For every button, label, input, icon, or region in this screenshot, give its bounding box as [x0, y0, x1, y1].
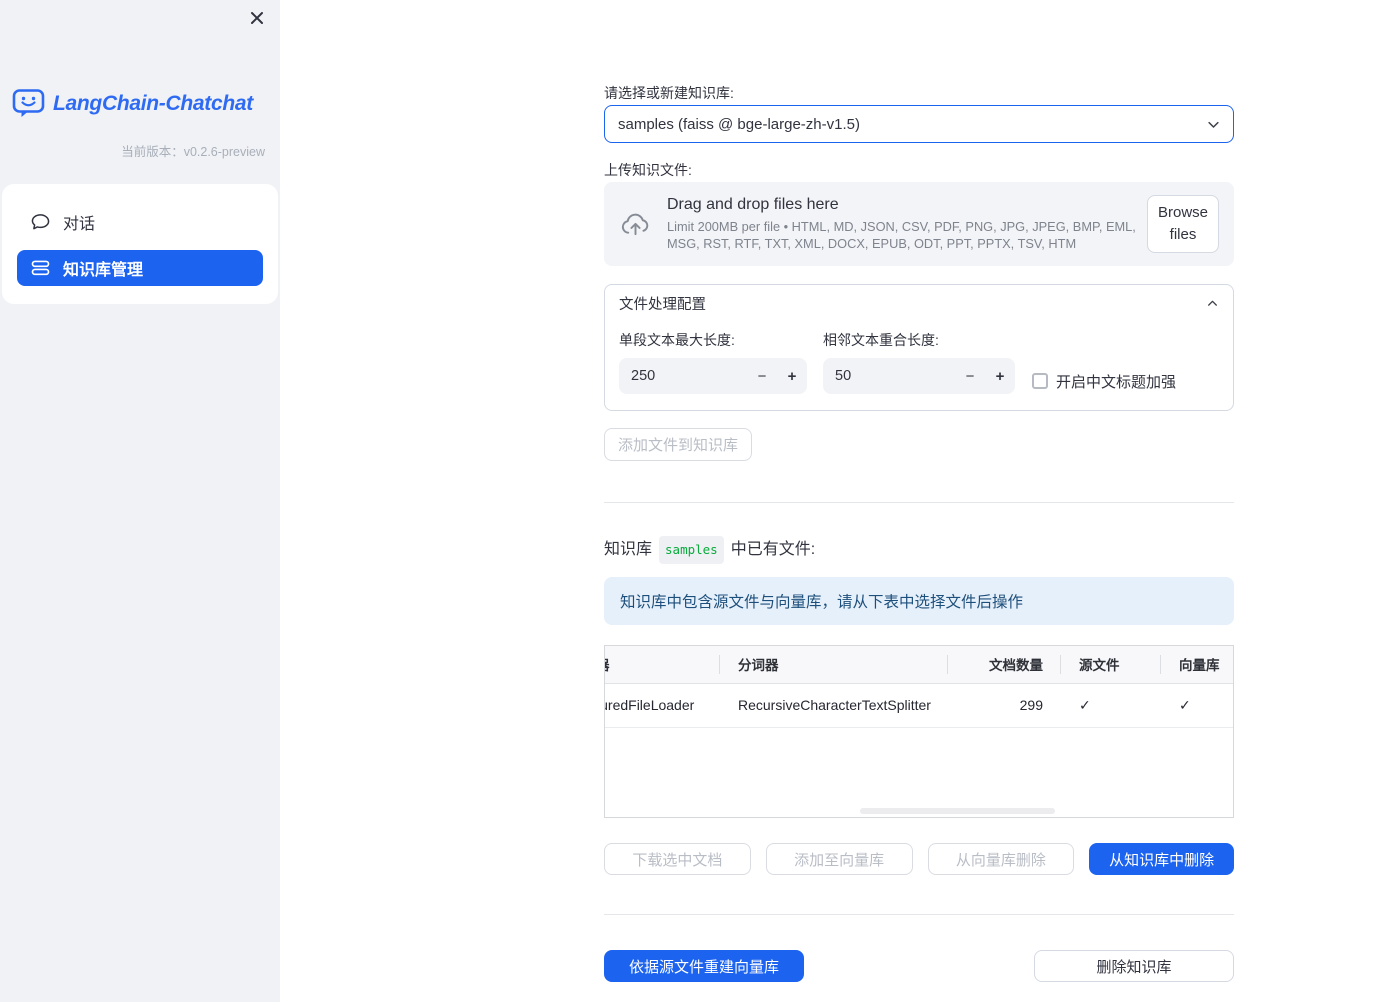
add-files-to-kb-button[interactable]: 添加文件到知识库	[604, 428, 753, 461]
zh-title-enhance-label[interactable]: 开启中文标题加强	[1056, 371, 1176, 392]
browse-files-button[interactable]: Browse files	[1147, 195, 1219, 253]
close-icon	[249, 10, 265, 26]
column-header-loader[interactable]: 文档加载器	[605, 646, 720, 684]
dropzone-text: Drag and drop files here Limit 200MB per…	[667, 196, 1141, 253]
add-to-vector-store-button[interactable]: 添加至向量库	[765, 843, 913, 875]
chevron-up-icon	[1206, 297, 1219, 310]
delete-kb-button[interactable]: 删除知识库	[1034, 950, 1234, 982]
kb-select-label: 请选择或新建知识库:	[604, 85, 734, 101]
overlap-size-input[interactable]: 50 − +	[823, 358, 1015, 394]
sidebar-item-label: 对话	[63, 216, 96, 233]
cell-splitter[interactable]: RecursiveCharacterTextSplitter	[720, 683, 948, 728]
cell-loader[interactable]: UnstructuredFileLoader	[605, 683, 720, 728]
column-header-source-file[interactable]: 源文件	[1061, 646, 1161, 684]
kb-selectbox-value: samples (faiss @ bge-large-zh-v1.5)	[618, 115, 860, 133]
download-selected-button[interactable]: 下载选中文档	[604, 843, 751, 875]
app-window: LangChain-Chatchat 当前版本：v0.2.6-preview 对…	[0, 0, 1380, 1002]
decrement-button[interactable]: −	[955, 358, 985, 394]
rebuild-vector-store-button[interactable]: 依据源文件重建向量库	[604, 950, 804, 982]
logo-text: LangChain-Chatchat	[53, 91, 253, 115]
chunk-size-group: 单段文本最大长度: 250 − +	[619, 330, 807, 396]
cell-vector-store[interactable]: ✓	[1161, 683, 1233, 728]
kb-files-prefix: 知识库	[604, 541, 653, 558]
horizontal-scrollbar[interactable]	[860, 808, 1055, 814]
sidebar-item-label: 知识库管理	[63, 262, 144, 279]
chunk-size-input[interactable]: 250 − +	[619, 358, 807, 394]
sidebar-nav-card: 对话 知识库管理	[2, 184, 278, 304]
expander-body: 单段文本最大长度: 250 − + 相邻文本重合长度: 50 − + 开启中文标…	[605, 322, 1233, 410]
zh-title-enhance-group: 开启中文标题加强	[1032, 366, 1176, 396]
table-header-row: 文档加载器 分词器 文档数量 源文件 向量库	[605, 646, 1233, 684]
version-text: 当前版本：v0.2.6-preview	[121, 145, 265, 159]
decrement-button[interactable]: −	[747, 358, 777, 394]
files-dataframe: 文档加载器 分词器 文档数量 源文件 向量库 UnstructuredFileL…	[604, 645, 1234, 818]
app-logo: LangChain-Chatchat	[12, 88, 270, 119]
chunk-size-value[interactable]: 250	[619, 368, 747, 384]
sidebar-close-button[interactable]	[247, 8, 267, 28]
expander-title: 文件处理配置	[619, 297, 706, 313]
expander-header[interactable]: 文件处理配置	[605, 285, 1233, 322]
column-header-splitter[interactable]: 分词器	[720, 646, 948, 684]
column-header-doc-count[interactable]: 文档数量	[948, 646, 1061, 684]
dropzone-limit-text: Limit 200MB per file • HTML, MD, JSON, C…	[667, 218, 1136, 251]
kb-files-suffix: 中已有文件:	[730, 541, 816, 558]
overlap-size-value[interactable]: 50	[823, 368, 955, 384]
sidebar: LangChain-Chatchat 当前版本：v0.2.6-preview 对…	[0, 0, 280, 1002]
delete-from-kb-button[interactable]: 从知识库中删除	[1089, 843, 1234, 875]
logo-chat-smiley-icon	[12, 88, 45, 119]
sidebar-item-dialogue[interactable]: 对话	[17, 202, 263, 242]
increment-button[interactable]: +	[777, 358, 807, 394]
column-header-vector-store[interactable]: 向量库	[1161, 646, 1233, 684]
upload-label: 上传知识文件:	[604, 162, 692, 178]
chunk-size-label: 单段文本最大长度:	[619, 332, 735, 348]
delete-from-vector-store-button[interactable]: 从向量库删除	[927, 843, 1075, 875]
divider	[604, 914, 1234, 915]
info-banner: 知识库中包含源文件与向量库，请从下表中选择文件后操作	[604, 577, 1234, 625]
kb-selectbox[interactable]: samples (faiss @ bge-large-zh-v1.5)	[604, 105, 1234, 143]
cloud-upload-icon	[620, 210, 651, 239]
cell-source-file[interactable]: ✓	[1061, 683, 1161, 728]
zh-title-enhance-checkbox[interactable]	[1032, 373, 1048, 389]
sidebar-item-knowledge-base[interactable]: 知识库管理	[17, 250, 263, 286]
chat-bubble-icon	[31, 213, 50, 231]
file-config-expander: 文件处理配置 单段文本最大长度: 250 − + 相邻文本重合长度: 50 − …	[604, 284, 1234, 411]
increment-button[interactable]: +	[985, 358, 1015, 394]
file-action-buttons: 下载选中文档 添加至向量库 从向量库删除 从知识库中删除	[604, 843, 1234, 875]
kb-manage-buttons: 依据源文件重建向量库 删除知识库	[604, 950, 1234, 982]
divider	[604, 502, 1234, 503]
table-row[interactable]: UnstructuredFileLoader RecursiveCharacte…	[605, 683, 1233, 728]
overlap-size-group: 相邻文本重合长度: 50 − +	[823, 330, 1015, 396]
kb-name-code: samples	[659, 536, 724, 564]
stacked-list-icon	[31, 260, 50, 276]
overlap-size-label: 相邻文本重合长度:	[823, 332, 939, 348]
main-area: 请选择或新建知识库: samples (faiss @ bge-large-zh…	[280, 0, 1380, 1002]
dropzone-title: Drag and drop files here	[667, 195, 839, 213]
kb-files-heading: 知识库 samples 中已有文件:	[604, 536, 1234, 564]
cell-doc-count[interactable]: 299	[948, 683, 1061, 728]
file-dropzone[interactable]: Drag and drop files here Limit 200MB per…	[604, 182, 1234, 266]
chevron-down-icon	[1206, 117, 1221, 132]
